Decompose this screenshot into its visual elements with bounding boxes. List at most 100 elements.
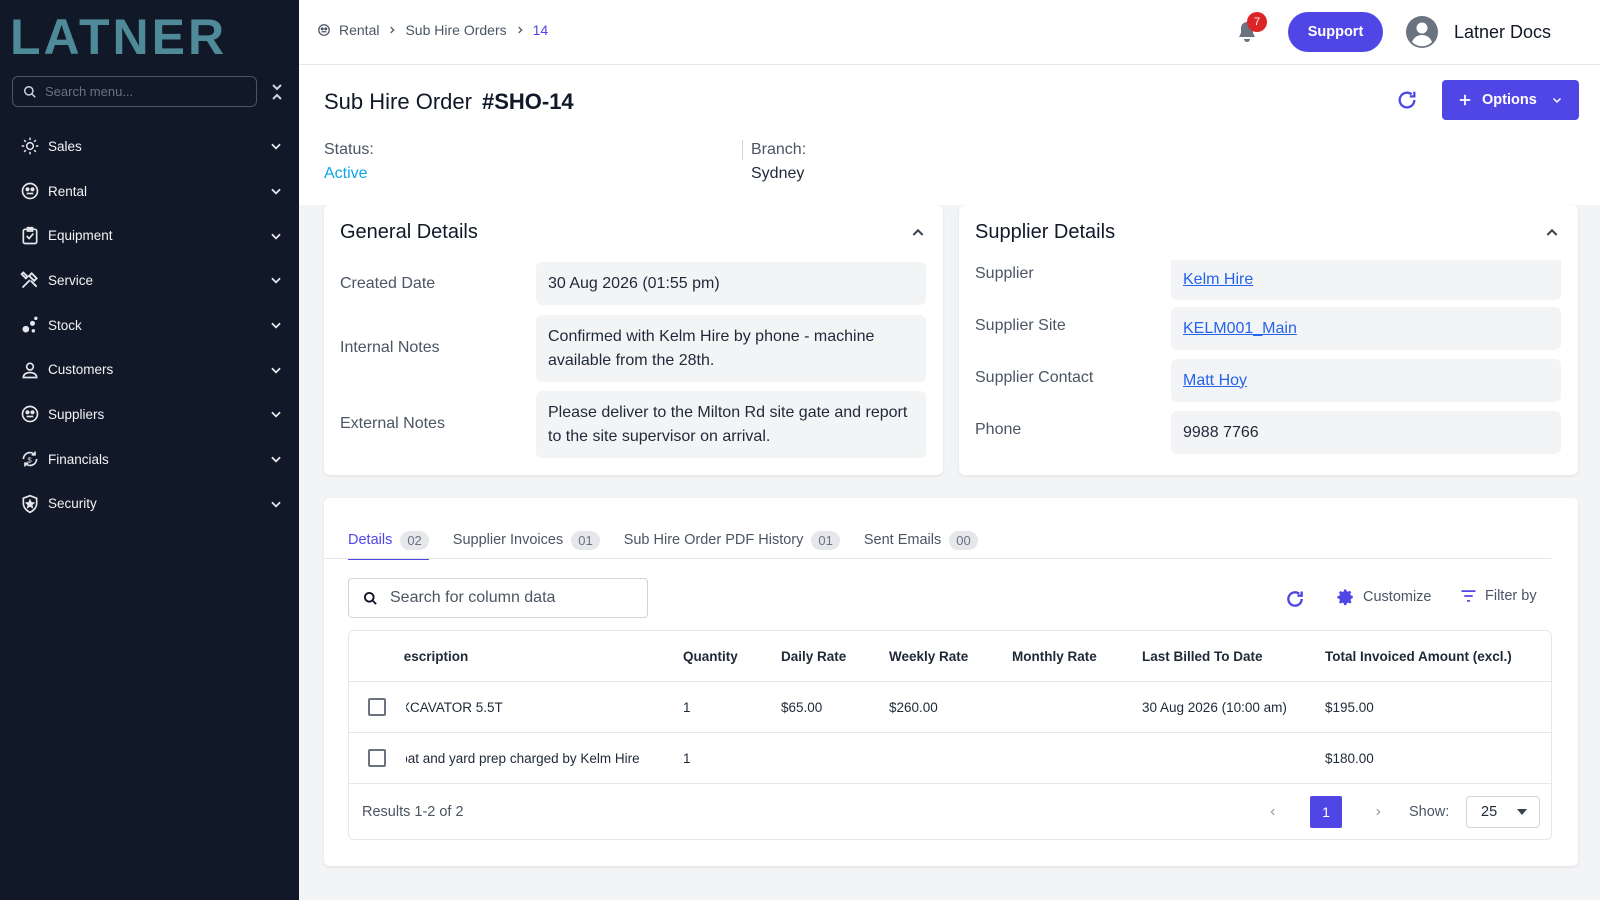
sidebar-item-label: Suppliers	[48, 406, 105, 422]
col-description[interactable]: Description	[404, 649, 468, 664]
support-button[interactable]: Support	[1288, 12, 1383, 52]
breadcrumb-sub-hire-orders[interactable]: Sub Hire Orders	[405, 22, 506, 38]
supplier-site-label: Supplier Site	[975, 317, 1066, 334]
table-row[interactable]: Float and yard prep charged by Kelm Hire…	[349, 732, 1551, 783]
sidebar-item-service[interactable]: Service	[0, 258, 299, 303]
col-daily-rate[interactable]: Daily Rate	[781, 631, 846, 681]
sidebar-item-stock[interactable]: Stock	[0, 303, 299, 348]
prev-page-button[interactable]	[1257, 796, 1289, 828]
chevron-right-icon	[1376, 808, 1381, 816]
table-row[interactable]: EXCAVATOR 5.5T 1 $65.00 $260.00 30 Aug 2…	[349, 681, 1551, 732]
tab-count: 00	[949, 530, 978, 550]
created-date-value: 30 Aug 2026 (01:55 pm)	[536, 262, 926, 305]
collapse-icon	[272, 84, 282, 100]
breadcrumb-current: 14	[532, 22, 549, 38]
chevron-down-icon	[271, 188, 281, 195]
table-search[interactable]	[348, 578, 648, 618]
customize-label: Customize	[1363, 589, 1432, 605]
customize-button[interactable]: Customize	[1337, 588, 1432, 606]
supplier-field: Kelm Hire	[1171, 260, 1561, 300]
collapse-sidebar-button[interactable]	[268, 82, 286, 102]
search-icon	[24, 85, 36, 98]
sidebar-item-sales[interactable]: Sales	[0, 124, 299, 169]
user-name[interactable]: Latner Docs	[1454, 22, 1551, 43]
details-tabs-card: Details 02 Supplier Invoices 01 Sub Hire O…	[324, 498, 1578, 866]
equipment-icon	[20, 226, 40, 246]
tab-label: Sub Hire Order PDF History	[623, 532, 804, 548]
col-quantity[interactable]: Quantity	[683, 631, 738, 681]
col-weekly-rate[interactable]: Weekly Rate	[889, 631, 968, 681]
general-details-title: General Details	[340, 221, 478, 243]
supplier-link[interactable]: Kelm Hire	[1183, 268, 1253, 292]
status-badge: Active	[324, 165, 368, 182]
order-number: #SHO-14	[481, 89, 574, 114]
order-header: Sub Hire Order #SHO-14 Options Status: A…	[299, 65, 1600, 205]
page-size-value: 25	[1481, 804, 1498, 820]
tab-details[interactable]: Details 02	[348, 512, 429, 560]
sidebar-item-suppliers[interactable]: Suppliers	[0, 392, 299, 437]
page-title-text: Sub Hire Order	[324, 89, 472, 114]
refresh-icon[interactable]	[1396, 89, 1418, 111]
filter-by-button[interactable]: Filter by	[1460, 588, 1537, 604]
external-notes-value: Please deliver to the Milton Rd site gat…	[536, 391, 926, 458]
suppliers-icon	[20, 404, 40, 424]
shield-icon	[20, 494, 40, 514]
tab-count: 02	[400, 530, 429, 550]
options-button[interactable]: Options	[1442, 80, 1579, 120]
supplier-contact-link[interactable]: Matt Hoy	[1183, 369, 1247, 393]
tab-label: Supplier Invoices	[452, 532, 564, 548]
chevron-down-icon	[1552, 97, 1561, 104]
page-size-select[interactable]: 25	[1466, 796, 1540, 828]
stock-icon	[20, 315, 40, 335]
tab-supplier-invoices[interactable]: Supplier Invoices 01	[453, 512, 600, 558]
plus-icon	[1459, 94, 1471, 106]
chevron-up-icon[interactable]	[910, 225, 926, 241]
table-header: Description Quantity Daily Rate Weekly R…	[349, 631, 1551, 681]
sidebar-item-label: Stock	[48, 317, 82, 333]
tab-label: Sent Emails	[863, 532, 942, 548]
branch-label: Branch:	[751, 141, 807, 158]
sidebar-item-label: Equipment	[48, 228, 113, 244]
chevron-up-icon[interactable]	[1544, 225, 1560, 241]
row-checkbox[interactable]	[368, 749, 386, 767]
sidebar-item-label: Service	[48, 272, 94, 288]
next-page-button[interactable]	[1362, 796, 1394, 828]
created-date-label: Created Date	[340, 275, 436, 292]
sidebar-item-customers[interactable]: Customers	[0, 347, 299, 392]
tab-sent-emails[interactable]: Sent Emails 00	[864, 512, 978, 558]
tab-count: 01	[571, 530, 600, 550]
tab-pdf-history[interactable]: Sub Hire Order PDF History 01	[624, 512, 840, 558]
results-count: Results 1-2 of 2	[362, 804, 464, 820]
col-total-invoiced[interactable]: Total Invoiced Amount (excl.)	[1325, 631, 1512, 681]
sidebar-search[interactable]	[12, 76, 257, 107]
table-search-input[interactable]	[390, 589, 640, 607]
supplier-site-link[interactable]: KELM001_Main	[1183, 317, 1297, 341]
page-title: Sub Hire Order #SHO-14	[324, 89, 574, 115]
search-icon	[363, 591, 377, 605]
gear-icon	[1337, 589, 1353, 606]
general-details-card: General Details Created Date 30 Aug 2026…	[324, 205, 943, 475]
sidebar-item-security[interactable]: Security	[0, 482, 299, 527]
internal-notes-label: Internal Notes	[340, 339, 440, 356]
supplier-details-card: Supplier Details Supplier Kelm Hire Supp…	[959, 205, 1578, 475]
latner-logo[interactable]: LATNER	[10, 12, 227, 62]
row-checkbox[interactable]	[368, 698, 386, 716]
sidebar-search-input[interactable]	[45, 84, 245, 99]
sidebar-item-financials[interactable]: $ Financials	[0, 437, 299, 482]
breadcrumb: Rental Sub Hire Orders 14	[317, 22, 548, 38]
chevron-right-icon	[390, 26, 396, 34]
cell-quantity: 1	[683, 750, 691, 766]
sidebar-item-label: Sales	[48, 138, 82, 154]
sidebar-item-equipment[interactable]: Equipment	[0, 213, 299, 258]
page-1-button[interactable]: 1	[1310, 796, 1342, 828]
refresh-icon[interactable]	[1285, 589, 1305, 609]
avatar-icon[interactable]	[1406, 16, 1438, 48]
cell-total-invoiced: $180.00	[1325, 750, 1374, 766]
chevron-down-icon	[271, 367, 281, 374]
col-monthly-rate[interactable]: Monthly Rate	[1012, 631, 1097, 681]
phone-value: 9988 7766	[1171, 411, 1561, 454]
sidebar-item-rental[interactable]: Rental	[0, 169, 299, 214]
breadcrumb-rental[interactable]: Rental	[339, 22, 379, 38]
chevron-down-icon	[271, 143, 281, 150]
col-last-billed[interactable]: Last Billed To Date	[1142, 631, 1263, 681]
